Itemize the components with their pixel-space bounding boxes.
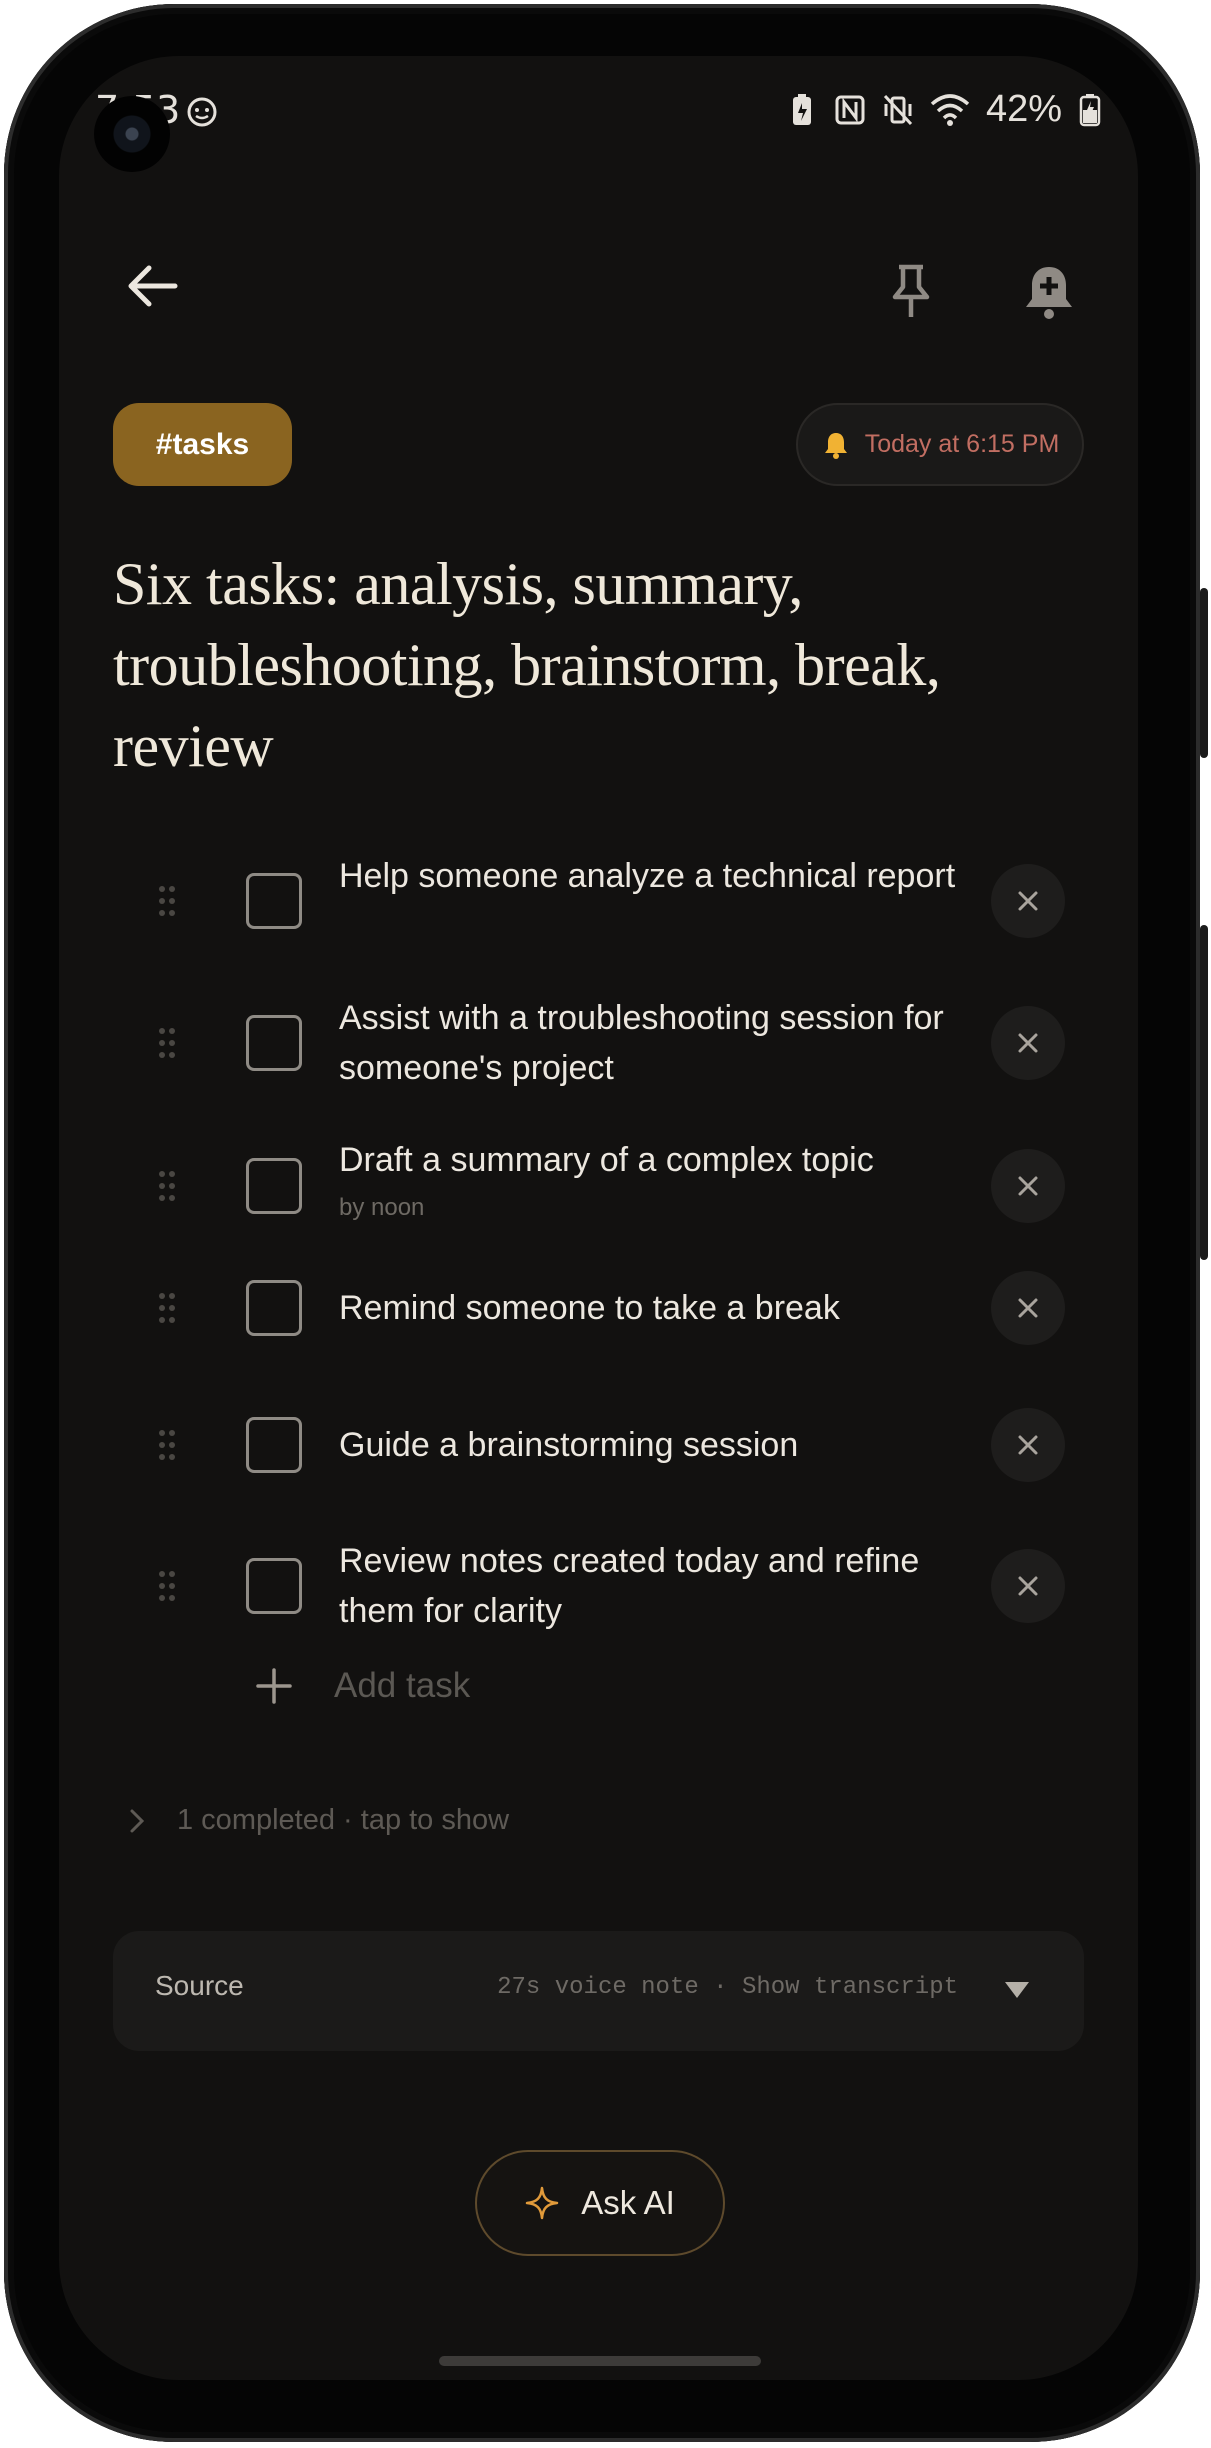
bell-icon — [824, 432, 847, 459]
close-icon — [1018, 1298, 1038, 1318]
power-button — [1200, 588, 1208, 758]
task-due-label: by noon — [339, 1194, 425, 1221]
drag-handle-icon[interactable] — [157, 1026, 177, 1060]
arrow-left-icon[interactable] — [123, 256, 183, 316]
task-label: Draft a summary of a complex topic — [339, 1141, 874, 1179]
task-label: Remind someone to take a break — [339, 1289, 840, 1327]
drag-handle-icon[interactable] — [157, 1428, 177, 1462]
task-label: Review notes created today and refine th… — [339, 1542, 920, 1630]
task-label: Guide a brainstorming session — [339, 1426, 799, 1464]
task-checkbox[interactable] — [246, 873, 302, 929]
close-icon — [1018, 1435, 1038, 1455]
task-text[interactable]: Guide a brainstorming session — [339, 1420, 989, 1470]
task-text[interactable]: Assist with a troubleshooting session fo… — [339, 993, 989, 1093]
add-task-label: Add task — [334, 1666, 471, 1705]
reminder-chip[interactable]: Today at 6:15 PM — [796, 403, 1084, 486]
delete-task-button[interactable] — [991, 1006, 1065, 1080]
close-icon — [1018, 891, 1038, 911]
task-text[interactable]: Review notes created today and refine th… — [339, 1536, 989, 1636]
delete-task-button[interactable] — [991, 1149, 1065, 1223]
volume-button — [1200, 925, 1208, 1260]
source-card[interactable]: Source 27s voice note · Show transcript — [113, 1931, 1084, 2051]
ask-ai-label: Ask AI — [581, 2184, 675, 2221]
task-label: Help someone analyze a technical report — [339, 857, 956, 895]
delete-task-button[interactable] — [991, 1271, 1065, 1345]
task-text[interactable]: Remind someone to take a break — [339, 1283, 989, 1333]
close-icon — [1018, 1033, 1038, 1053]
delete-task-button[interactable] — [991, 1408, 1065, 1482]
sparkle-icon — [525, 2186, 559, 2220]
chevron-right-icon — [130, 1809, 145, 1832]
drag-handle-icon[interactable] — [157, 884, 177, 918]
drag-handle-icon[interactable] — [157, 1169, 177, 1203]
task-text[interactable]: Help someone analyze a technical report — [339, 851, 989, 901]
source-meta: 27s voice note · Show transcript — [497, 1974, 958, 2001]
delete-task-button[interactable] — [991, 1549, 1065, 1623]
task-label: Assist with a troubleshooting session fo… — [339, 999, 944, 1087]
drag-handle-icon[interactable] — [157, 1569, 177, 1603]
app-screen: 7:53 42% — [59, 56, 1138, 2380]
drag-handle-icon[interactable] — [157, 1291, 177, 1325]
wifi-icon — [930, 93, 970, 126]
task-checkbox[interactable] — [246, 1158, 302, 1214]
delete-task-button[interactable] — [991, 864, 1065, 938]
task-checkbox[interactable] — [246, 1280, 302, 1336]
nfc-icon — [835, 95, 865, 124]
plus-icon — [256, 1668, 292, 1704]
status-icons: 42% — [786, 88, 1102, 131]
vibrate-off-icon — [883, 94, 913, 125]
add-task-button[interactable]: Add task — [254, 1666, 470, 1706]
task-text[interactable]: Draft a summary of a complex topic by no… — [339, 1135, 989, 1225]
completed-tasks-label: 1 completed · tap to show — [177, 1804, 510, 1836]
source-label: Source — [155, 1970, 244, 2001]
close-icon — [1018, 1576, 1038, 1596]
ask-ai-button[interactable]: Ask AI — [475, 2150, 725, 2256]
home-indicator[interactable] — [439, 2356, 761, 2366]
app-notification-icon — [187, 97, 217, 127]
task-checkbox[interactable] — [246, 1015, 302, 1071]
close-icon — [1018, 1176, 1038, 1196]
completed-tasks-toggle[interactable]: 1 completed · tap to show — [129, 1804, 509, 1837]
tag-chip[interactable]: #tasks — [113, 403, 292, 486]
camera-cutout — [94, 96, 170, 172]
reminder-label: Today at 6:15 PM — [864, 430, 1060, 458]
task-checkbox[interactable] — [246, 1558, 302, 1614]
battery-saver-icon — [792, 93, 811, 125]
caret-down-icon — [1005, 1982, 1029, 1998]
pin-icon[interactable] — [881, 261, 941, 321]
alarm-add-icon[interactable] — [1019, 261, 1079, 321]
battery-charging-icon — [1079, 93, 1101, 126]
task-checkbox[interactable] — [246, 1417, 302, 1473]
note-title[interactable]: Six tasks: analysis, summary, troublesho… — [113, 544, 1103, 787]
battery-percent: 42% — [985, 88, 1062, 130]
